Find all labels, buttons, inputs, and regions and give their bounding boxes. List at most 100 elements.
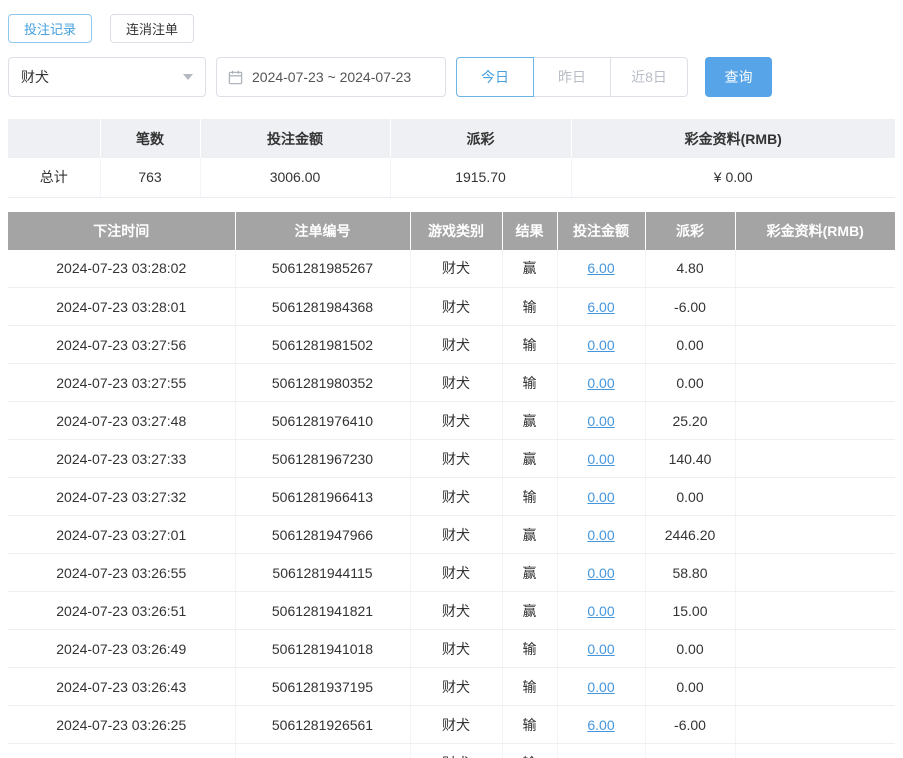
cell-game: 财犬 bbox=[409, 667, 502, 706]
cell-result: 输 bbox=[501, 743, 557, 758]
cell-bet: 6.00 bbox=[556, 249, 645, 288]
cell-bonus bbox=[734, 743, 895, 758]
records-header-row: 下注时间 注单编号 游戏类别 结果 投注金额 派彩 彩金资料(RMB) bbox=[8, 211, 895, 250]
cell-result: 赢 bbox=[501, 553, 557, 592]
cell-time: 2024-07-23 03:27:33 bbox=[8, 439, 235, 478]
bet-amount-link[interactable]: 0.00 bbox=[587, 451, 614, 467]
cell-order-id: 5061281944115 bbox=[234, 553, 410, 592]
cell-result: 输 bbox=[501, 667, 557, 706]
chevron-down-icon bbox=[183, 74, 193, 80]
cell-payout: 140.40 bbox=[644, 439, 735, 478]
summary-total-label: 总计 bbox=[8, 158, 100, 198]
cell-result: 赢 bbox=[501, 439, 557, 478]
cell-order-id: 5061281984368 bbox=[234, 287, 410, 326]
cell-game: 财犬 bbox=[409, 325, 502, 364]
cell-bet: 0.00 bbox=[556, 591, 645, 630]
bet-amount-link[interactable]: 6.00 bbox=[587, 717, 614, 733]
cell-payout: 0.00 bbox=[644, 667, 735, 706]
cell-game: 财犬 bbox=[409, 249, 502, 288]
summary-header-empty bbox=[8, 119, 100, 158]
cell-payout: 4.80 bbox=[644, 249, 735, 288]
quick-range-today[interactable]: 今日 bbox=[456, 57, 534, 97]
bet-amount-link[interactable]: 0.00 bbox=[587, 375, 614, 391]
cell-order-id: 5061281980352 bbox=[234, 363, 410, 402]
bet-amount-link[interactable]: 0.00 bbox=[587, 413, 614, 429]
cell-game: 财犬 bbox=[409, 591, 502, 630]
bet-amount-link[interactable]: 0.00 bbox=[587, 565, 614, 581]
table-row: 2024-07-23 03:27:55 5061281980352 财犬 输 0… bbox=[8, 363, 895, 402]
summary-table: 笔数 投注金额 派彩 彩金资料(RMB) 总计 763 3006.00 1915… bbox=[8, 119, 895, 198]
summary-header-row: 笔数 投注金额 派彩 彩金资料(RMB) bbox=[8, 119, 895, 158]
calendar-icon bbox=[228, 70, 243, 84]
tab-cancelled-orders[interactable]: 连消注单 bbox=[110, 14, 195, 43]
table-row: 2024-07-23 03:26:25 5061281926561 财犬 输 6… bbox=[8, 705, 895, 744]
cell-result: 输 bbox=[501, 477, 557, 516]
cell-game: 财犬 bbox=[409, 477, 502, 516]
table-row: 2024-07-23 03:26:24 5061281925717 财犬 输 6… bbox=[8, 743, 895, 758]
cell-game: 财犬 bbox=[409, 439, 502, 478]
bet-amount-link[interactable]: 0.00 bbox=[587, 603, 614, 619]
cell-time: 2024-07-23 03:26:24 bbox=[8, 743, 235, 758]
bet-amount-link[interactable]: 6.00 bbox=[587, 299, 614, 315]
quick-range-yesterday[interactable]: 昨日 bbox=[533, 57, 611, 97]
cell-bonus bbox=[734, 401, 895, 440]
cell-bet: 0.00 bbox=[556, 515, 645, 554]
cell-time: 2024-07-23 03:26:55 bbox=[8, 553, 235, 592]
table-row: 2024-07-23 03:26:49 5061281941018 财犬 输 0… bbox=[8, 629, 895, 668]
cell-payout: -6.00 bbox=[644, 743, 735, 758]
bet-amount-link[interactable]: 0.00 bbox=[587, 527, 614, 543]
cell-order-id: 5061281941018 bbox=[234, 629, 410, 668]
bet-amount-link[interactable]: 0.00 bbox=[587, 641, 614, 657]
bet-amount-link[interactable]: 0.00 bbox=[587, 489, 614, 505]
cell-order-id: 5061281981502 bbox=[234, 325, 410, 364]
cell-bet: 0.00 bbox=[556, 629, 645, 668]
betting-records-page: 投注记录 连消注单 财犬 2024-07-23 ~ 2024-07-23 今日 … bbox=[0, 0, 903, 758]
cell-bonus bbox=[734, 325, 895, 364]
table-row: 2024-07-23 03:26:55 5061281944115 财犬 赢 0… bbox=[8, 553, 895, 592]
cell-order-id: 5061281947966 bbox=[234, 515, 410, 554]
cell-time: 2024-07-23 03:26:25 bbox=[8, 705, 235, 744]
cell-bonus bbox=[734, 249, 895, 288]
bet-amount-link[interactable]: 0.00 bbox=[587, 679, 614, 695]
cell-result: 输 bbox=[501, 287, 557, 326]
cell-result: 赢 bbox=[501, 249, 557, 288]
cell-result: 输 bbox=[501, 705, 557, 744]
cell-time: 2024-07-23 03:26:51 bbox=[8, 591, 235, 630]
cell-order-id: 5061281941821 bbox=[234, 591, 410, 630]
date-range-value: 2024-07-23 ~ 2024-07-23 bbox=[252, 69, 412, 85]
summary-header-bonus: 彩金资料(RMB) bbox=[570, 119, 895, 158]
cell-result: 赢 bbox=[501, 591, 557, 630]
bet-amount-link[interactable]: 6.00 bbox=[587, 260, 614, 276]
cell-payout: -6.00 bbox=[644, 705, 735, 744]
cell-order-id: 5061281966413 bbox=[234, 477, 410, 516]
cell-bet: 0.00 bbox=[556, 553, 645, 592]
bet-amount-link[interactable]: 6.00 bbox=[587, 755, 614, 758]
cell-payout: 58.80 bbox=[644, 553, 735, 592]
cell-game: 财犬 bbox=[409, 553, 502, 592]
tab-betting-records[interactable]: 投注记录 bbox=[8, 14, 93, 43]
records-table-body: 2024-07-23 03:28:02 5061281985267 财犬 赢 6… bbox=[8, 249, 895, 758]
table-row: 2024-07-23 03:27:48 5061281976410 财犬 赢 0… bbox=[8, 401, 895, 440]
game-select[interactable]: 财犬 bbox=[8, 57, 206, 97]
search-button[interactable]: 查询 bbox=[705, 57, 772, 97]
date-range-picker[interactable]: 2024-07-23 ~ 2024-07-23 bbox=[216, 57, 446, 97]
cell-order-id: 5061281937195 bbox=[234, 667, 410, 706]
cell-bet: 6.00 bbox=[556, 743, 645, 758]
quick-range-group: 今日 昨日 近8日 bbox=[456, 57, 688, 97]
quick-range-last-8-days[interactable]: 近8日 bbox=[610, 57, 688, 97]
summary-header-bet: 投注金额 bbox=[199, 119, 390, 158]
bet-amount-link[interactable]: 0.00 bbox=[587, 337, 614, 353]
cell-bonus bbox=[734, 287, 895, 326]
records-header-payout: 派彩 bbox=[644, 211, 735, 250]
cell-bet: 0.00 bbox=[556, 439, 645, 478]
cell-bet: 0.00 bbox=[556, 477, 645, 516]
cell-payout: 0.00 bbox=[644, 325, 735, 364]
cell-bet: 0.00 bbox=[556, 667, 645, 706]
table-row: 2024-07-23 03:27:33 5061281967230 财犬 赢 0… bbox=[8, 439, 895, 478]
cell-bet: 0.00 bbox=[556, 401, 645, 440]
cell-game: 财犬 bbox=[409, 629, 502, 668]
cell-payout: 0.00 bbox=[644, 363, 735, 402]
cell-bet: 0.00 bbox=[556, 363, 645, 402]
cell-payout: 0.00 bbox=[644, 629, 735, 668]
table-row: 2024-07-23 03:26:51 5061281941821 财犬 赢 0… bbox=[8, 591, 895, 630]
